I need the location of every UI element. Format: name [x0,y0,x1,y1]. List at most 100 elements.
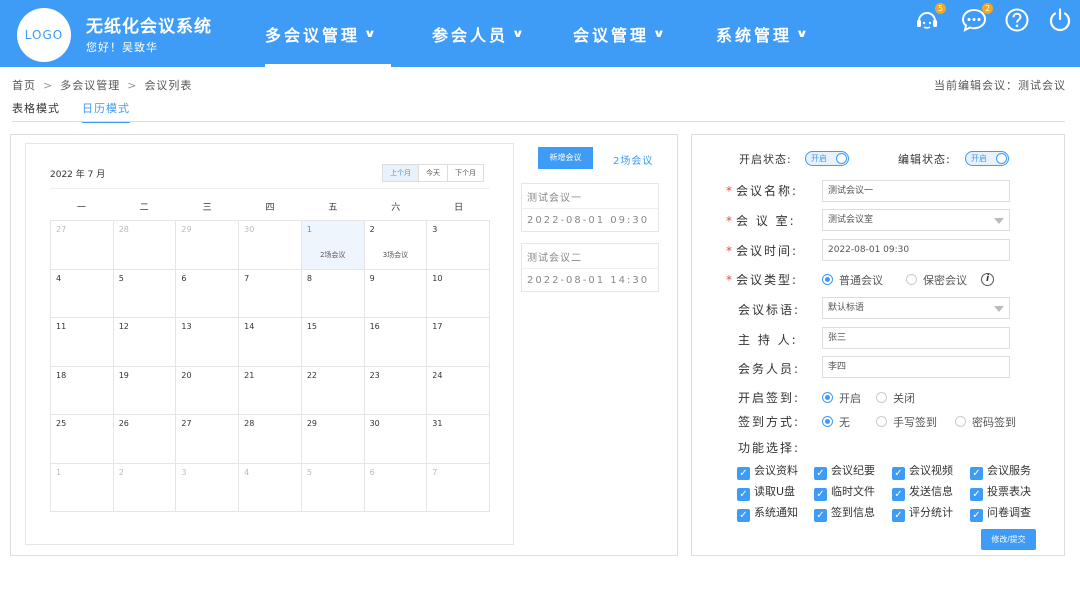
info-icon[interactable]: i [981,273,994,286]
calendar-day[interactable]: 22 [301,366,365,415]
next-month-button[interactable]: 下个月 [448,165,483,181]
message-icon[interactable]: 2 [961,3,993,33]
calendar-day[interactable]: 14 [239,318,302,367]
function-checkbox[interactable]: ✓ 会议视频 [892,462,953,480]
calendar-day[interactable]: 24 [427,366,490,415]
slogan-select[interactable]: 默认标语 [822,297,1010,319]
calendar-day[interactable]: 25 [51,415,114,464]
calendar-day[interactable]: 3 [427,221,490,270]
breadcrumb-separator: > [127,79,138,92]
submit-button[interactable]: 修改/提交 [981,529,1036,550]
calendar-day[interactable]: 7 [427,463,490,512]
nav-meeting-manage[interactable]: 会议管理 ∨ [573,0,667,67]
calendar-day[interactable]: 18 [51,366,114,415]
add-meeting-button[interactable]: 新增会议 [538,147,593,169]
day-event-count[interactable]: 2场会议 [302,250,364,260]
function-checkbox[interactable]: ✓ 签到信息 [814,504,875,522]
calendar-day[interactable]: 7 [239,269,302,318]
nav-multi-meeting[interactable]: 多会议管理 ∨ [265,0,391,67]
open-status-switch[interactable]: 开启 [805,151,849,166]
function-checkbox[interactable]: ✓ 发送信息 [892,483,953,501]
radio-signin-handwrite[interactable]: 手写签到 [876,414,937,430]
function-checkbox[interactable]: ✓ 问卷调查 [970,504,1031,522]
day-number: 30 [244,225,255,234]
radio-signin-on[interactable]: 开启 [822,390,861,406]
radio-secret-meeting[interactable]: 保密会议 [906,272,967,288]
radio-signin-off[interactable]: 关闭 [876,390,915,406]
calendar-day[interactable]: 12 [113,318,177,367]
meeting-time-label: * 会议时间: [726,242,798,259]
meeting-room-select[interactable]: 测试会议室 [822,209,1010,231]
nav-attendees[interactable]: 参会人员 ∨ [432,0,526,67]
radio-normal-meeting[interactable]: 普通会议 [822,272,883,288]
calendar-day[interactable]: 27 [176,415,240,464]
meeting-time-input[interactable]: 2022-08-01 09:30 [822,239,1010,261]
staff-label: 会务人员: [738,362,801,376]
calendar-day[interactable]: 30 [364,415,428,464]
chevron-down-icon: ∨ [795,27,813,40]
radio-signin-none[interactable]: 无 [822,414,850,430]
meeting-name-input[interactable]: 测试会议一 [822,180,1010,202]
today-button[interactable]: 今天 [419,165,448,181]
nav-system-manage[interactable]: 系统管理 ∨ [716,0,810,67]
calendar-day[interactable]: 27 [51,221,114,270]
calendar-day[interactable]: 15 [301,318,365,367]
tab-table-mode[interactable]: 表格模式 [12,100,60,121]
support-icon[interactable]: 5 [914,3,946,33]
calendar-day[interactable]: 1 [51,463,114,512]
calendar-day[interactable]: 6 [364,463,428,512]
calendar-day[interactable]: 6 [176,269,240,318]
function-checkbox[interactable]: ✓ 投票表决 [970,483,1031,501]
function-checkbox[interactable]: ✓ 读取U盘 [737,483,795,501]
calendar-day[interactable]: 16 [364,318,428,367]
day-event-count[interactable]: 3场会议 [365,250,427,260]
calendar-day[interactable]: 4 [239,463,302,512]
calendar-day[interactable]: 31 [427,415,490,464]
prev-month-button[interactable]: 上个月 [383,165,419,181]
calendar-day[interactable]: 2 3场会议 [364,221,428,270]
calendar-day[interactable]: 13 [176,318,240,367]
calendar-day[interactable]: 23 [364,366,428,415]
breadcrumb-home[interactable]: 首页 [12,79,36,92]
function-checkbox[interactable]: ✓ 评分统计 [892,504,953,522]
host-input[interactable]: 张三 [822,327,1010,349]
calendar-day[interactable]: 21 [239,366,302,415]
function-checkbox[interactable]: ✓ 临时文件 [814,483,875,501]
function-checkbox[interactable]: ✓ 会议服务 [970,462,1031,480]
calendar-day[interactable]: 5 [301,463,365,512]
calendar-day[interactable]: 30 [239,221,302,270]
calendar-day[interactable]: 2 [113,463,177,512]
calendar-day[interactable]: 1 2场会议 [301,221,365,270]
tab-calendar-mode[interactable]: 日历模式 [82,100,130,123]
calendar-day[interactable]: 8 [301,269,365,318]
calendar-day[interactable]: 29 [301,415,365,464]
calendar-day[interactable]: 28 [113,221,177,270]
function-checkbox[interactable]: ✓ 会议纪要 [814,462,875,480]
help-icon[interactable] [1004,7,1030,33]
calendar-day[interactable]: 5 [113,269,177,318]
calendar-day[interactable]: 26 [113,415,177,464]
calendar-day[interactable]: 4 [51,269,114,318]
open-status-label: 开启状态: [739,153,792,166]
edit-status-switch[interactable]: 开启 [965,151,1009,166]
calendar-day[interactable]: 19 [113,366,177,415]
breadcrumb-multi-meeting[interactable]: 多会议管理 [60,79,120,92]
calendar-day[interactable]: 28 [239,415,302,464]
weekday-label: 四 [265,203,275,213]
staff-input[interactable]: 李四 [822,356,1010,378]
calendar-day[interactable]: 17 [427,318,490,367]
day-number: 6 [369,467,375,477]
calendar-day[interactable]: 9 [364,269,428,318]
calendar-day[interactable]: 11 [51,318,114,367]
calendar-day[interactable]: 29 [176,221,240,270]
calendar-day[interactable]: 20 [176,366,240,415]
function-checkbox[interactable]: ✓ 系统通知 [737,504,798,522]
power-icon[interactable] [1047,7,1073,33]
calendar-day[interactable]: 10 [427,269,490,318]
meeting-card[interactable]: 测试会议一 2022-08-01 09:30 [521,183,659,232]
calendar-day[interactable]: 3 [176,463,240,512]
radio-dot [822,416,833,427]
meeting-card[interactable]: 测试会议二 2022-08-01 14:30 [521,243,659,292]
function-checkbox[interactable]: ✓ 会议资料 [737,462,798,480]
radio-signin-password[interactable]: 密码签到 [955,414,1016,430]
